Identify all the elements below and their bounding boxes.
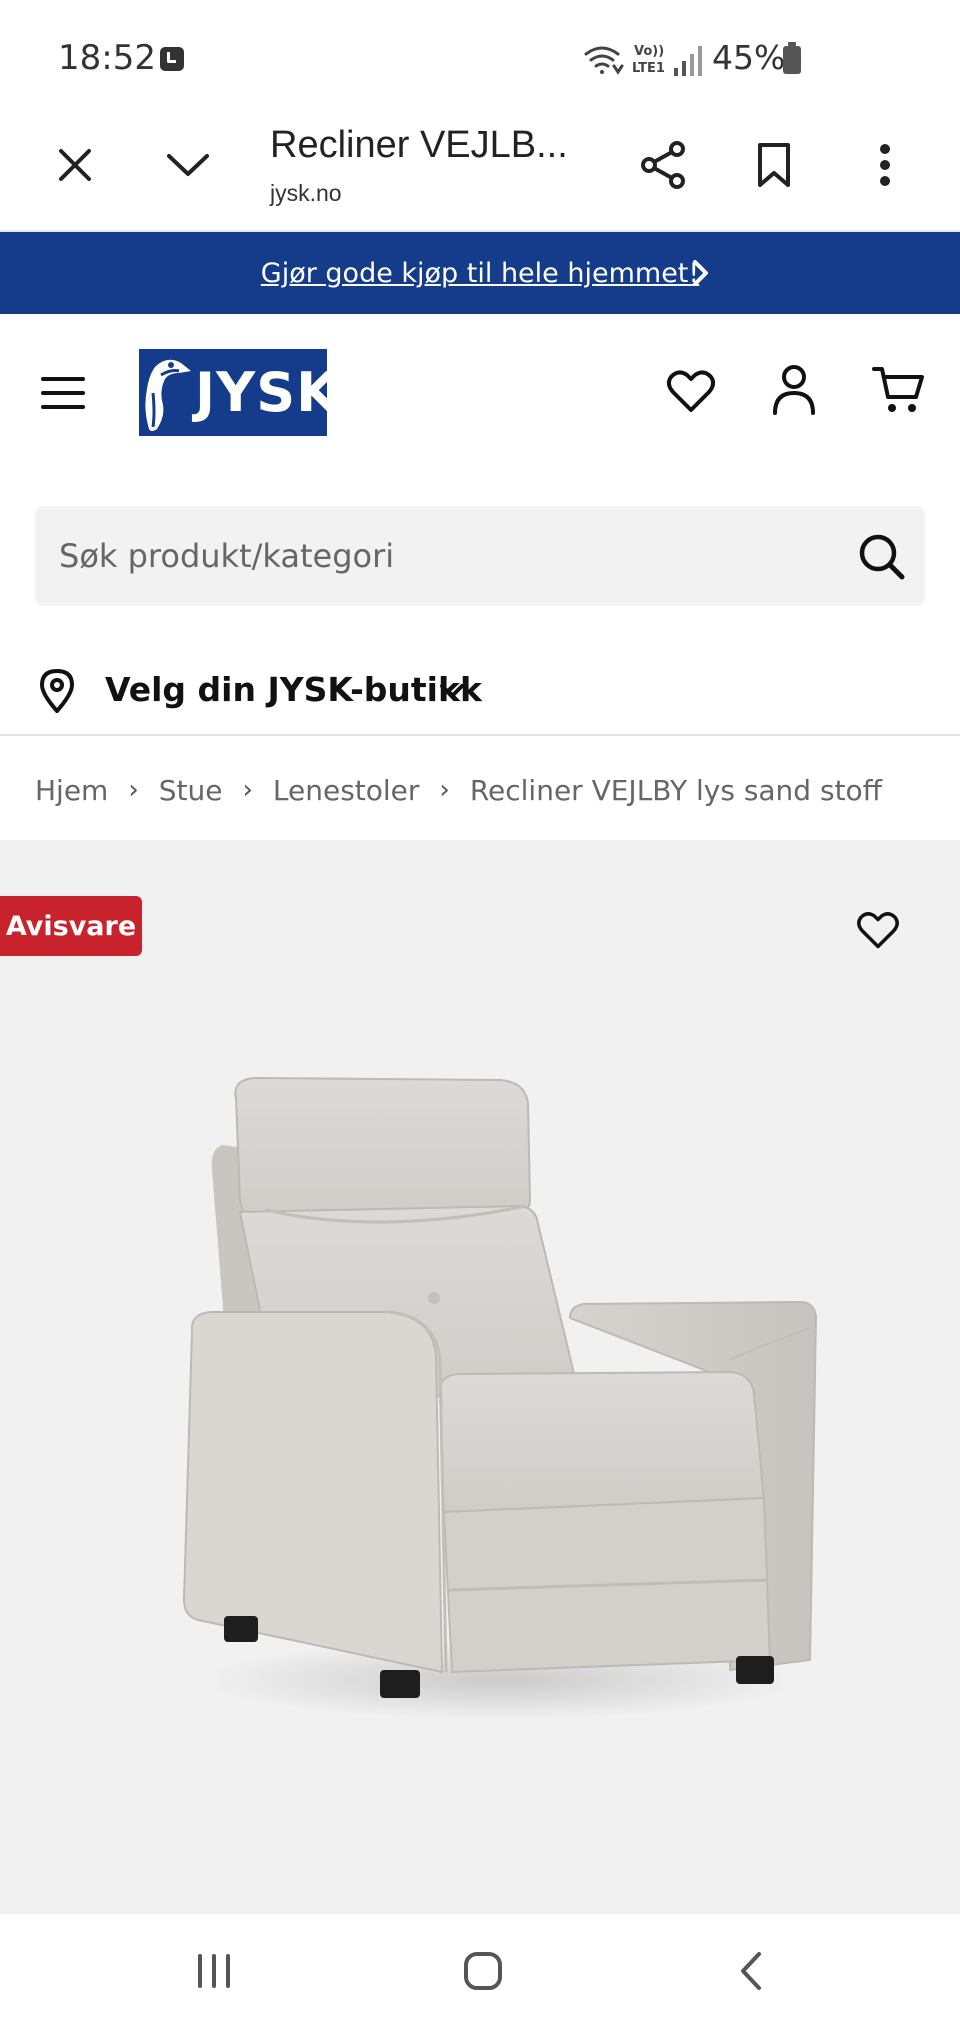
status-time: 18:52 [58,38,156,78]
connectivity-icons: Vo)) LTE1 [584,44,702,76]
wishlist-button[interactable] [664,364,718,418]
share-icon [641,141,685,189]
search-icon [859,534,905,580]
wifi-calling-icon [584,46,624,75]
close-tab-button[interactable] [50,140,100,190]
promo-banner[interactable]: Gjør gode kjøp til hele hjemmet! [0,232,960,314]
breadcrumb-item-home[interactable]: Hjem [35,774,108,807]
search-bar [35,506,925,606]
back-icon [741,1952,761,1990]
system-navigation-bar [0,1913,960,2027]
battery-icon [783,42,801,74]
chevron-down-icon [167,154,209,176]
status-bar: 18:52 Vo)) LTE1 45% [0,0,960,110]
recent-apps-icon [198,1954,230,1988]
breadcrumb-separator-icon: › [242,775,253,805]
home-icon [464,1952,502,1990]
breadcrumb-separator-icon: › [128,775,139,805]
logo-text: JYSK [195,361,339,424]
close-icon [59,149,91,181]
more-options-button[interactable] [868,138,902,192]
bookmark-icon [758,143,790,187]
search-button[interactable] [857,532,907,587]
chevron-right-icon [693,260,708,286]
product-badge: Avisvare [0,896,142,956]
cart-icon [872,367,924,412]
bookmark-button[interactable] [750,138,798,192]
battery-percent: 45% [712,38,786,77]
breadcrumb-item-lenestoler[interactable]: Lenestoler [273,774,420,807]
page-title[interactable]: Recliner VEJLB... [270,124,568,167]
hamburger-menu-icon [41,377,85,409]
product-gallery: Avisvare [0,840,960,1913]
breadcrumb-item-stue[interactable]: Stue [159,774,223,807]
alarm-icon [160,47,184,71]
more-vertical-icon [880,144,890,186]
home-button[interactable] [458,1948,508,1994]
share-button[interactable] [636,138,690,192]
collapse-button[interactable] [160,140,216,190]
user-icon [773,365,815,415]
account-button[interactable] [768,360,820,418]
product-image[interactable] [170,1060,830,1740]
browser-toolbar: Recliner VEJLB... jysk.no [0,110,960,232]
location-pin-icon [40,669,74,713]
promo-link[interactable]: Gjør gode kjøp til hele hjemmet! [261,258,699,289]
svg-text:LTE1: LTE1 [632,61,665,76]
breadcrumb-separator-icon: › [439,775,450,805]
menu-button[interactable] [38,370,88,416]
site-header: JYSK [0,314,960,474]
breadcrumb: Hjem › Stue › Lenestoler › Recliner VEJL… [35,770,882,810]
signal-icon [674,46,702,76]
search-input[interactable] [59,506,819,606]
page-url[interactable]: jysk.no [270,180,342,207]
product-wishlist-button[interactable] [856,910,900,955]
chevron-down-icon [440,684,464,698]
recent-apps-button[interactable] [190,1950,238,1992]
heart-icon [666,370,716,412]
heart-icon [857,912,899,949]
store-selector[interactable]: Velg din JYSK-butikk [0,640,960,736]
bird-logo-icon [145,359,191,431]
volte-icon: Vo)) [634,44,664,59]
breadcrumb-item-current: Recliner VEJLBY lys sand stoff [469,773,882,807]
back-button[interactable] [730,1948,774,1994]
cart-button[interactable] [870,362,926,418]
store-label: Velg din JYSK-butikk [105,670,482,709]
jysk-logo[interactable]: JYSK [139,349,338,436]
